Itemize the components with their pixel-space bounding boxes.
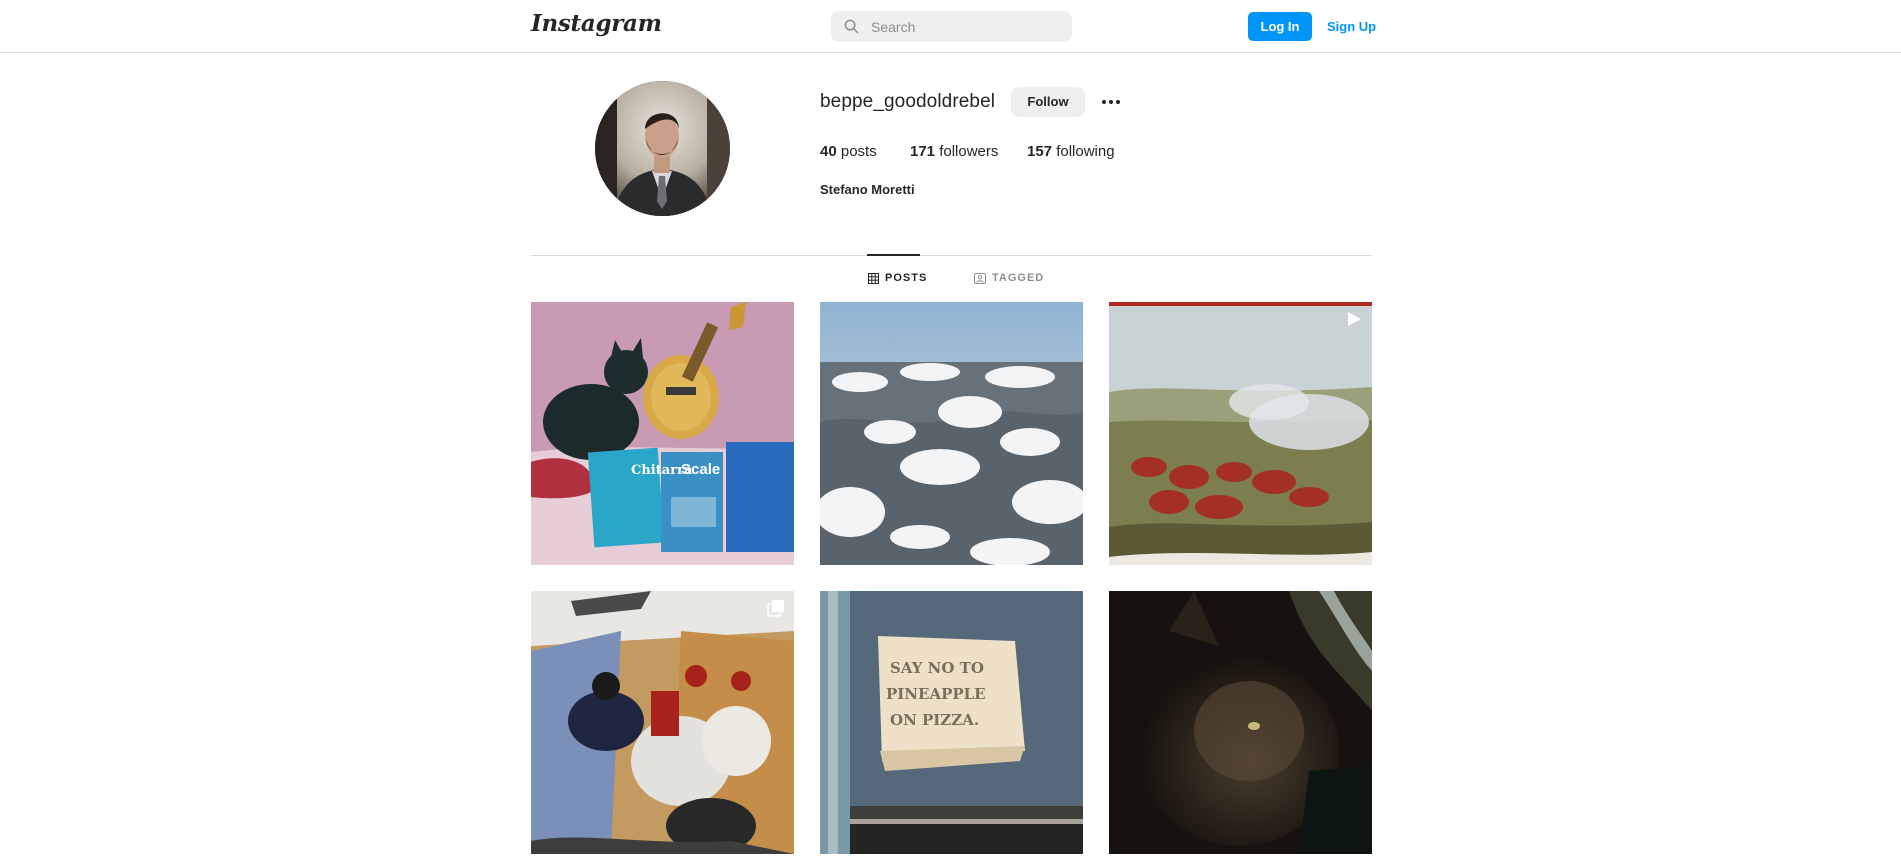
instagram-logo[interactable]: Instagram: [531, 10, 662, 37]
sign-line-3: ON PIZZA.: [890, 711, 979, 729]
posts-count: 40: [820, 143, 837, 160]
followers-label: followers: [939, 143, 999, 160]
book-title-scale: Scale: [681, 461, 720, 478]
tab-tagged-label: TAGGED: [992, 272, 1045, 284]
followers-count: 171: [910, 143, 936, 160]
tab-posts[interactable]: POSTS: [868, 272, 927, 284]
post-thumbnail[interactable]: [531, 591, 794, 854]
post-thumbnail[interactable]: [820, 302, 1083, 565]
posts-label: posts: [840, 143, 877, 160]
tagged-icon: [974, 272, 986, 284]
following-label: following: [1056, 143, 1115, 160]
login-button[interactable]: Log In: [1248, 12, 1312, 41]
avatar-photo: [595, 81, 730, 216]
grid-icon: [868, 272, 879, 284]
followers-stat[interactable]: 171 followers: [910, 143, 998, 160]
signup-link[interactable]: Sign Up: [1327, 19, 1376, 34]
post-thumbnail[interactable]: Chitarra Scale: [531, 302, 794, 565]
post-thumbnail[interactable]: SAY NO TO PINEAPPLE ON PIZZA.: [820, 591, 1083, 854]
profile-full-name: Stefano Moretti: [820, 182, 915, 197]
search-box[interactable]: [831, 11, 1072, 42]
search-input[interactable]: [871, 11, 1061, 42]
profile-username: beppe_goodoldrebel: [820, 91, 996, 112]
post-thumbnail[interactable]: [1109, 302, 1372, 565]
top-navigation: Instagram Log In Sign Up: [0, 0, 1901, 53]
sign-line-2: PINEAPPLE: [886, 685, 986, 703]
post-image: [531, 591, 794, 854]
follow-button[interactable]: Follow: [1011, 87, 1085, 117]
following-count: 157: [1027, 143, 1053, 160]
active-tab-indicator: [867, 254, 920, 256]
search-icon: [844, 19, 859, 34]
sign-line-1: SAY NO TO: [890, 659, 984, 677]
post-image: Chitarra Scale: [531, 302, 794, 565]
carousel-icon: [767, 600, 784, 617]
more-options-icon[interactable]: [1099, 90, 1123, 114]
post-image: [1109, 302, 1372, 565]
tabs-divider: [531, 255, 1372, 256]
post-thumbnail[interactable]: [1109, 591, 1372, 854]
tab-posts-label: POSTS: [885, 272, 928, 284]
tab-tagged[interactable]: TAGGED: [974, 272, 1044, 284]
post-image: SAY NO TO PINEAPPLE ON PIZZA.: [820, 591, 1083, 854]
video-icon: [1348, 312, 1361, 326]
profile-avatar[interactable]: [595, 81, 730, 216]
posts-stat: 40 posts: [820, 143, 877, 160]
following-stat[interactable]: 157 following: [1027, 143, 1115, 160]
post-image: [1109, 591, 1372, 854]
post-image: [820, 302, 1083, 565]
